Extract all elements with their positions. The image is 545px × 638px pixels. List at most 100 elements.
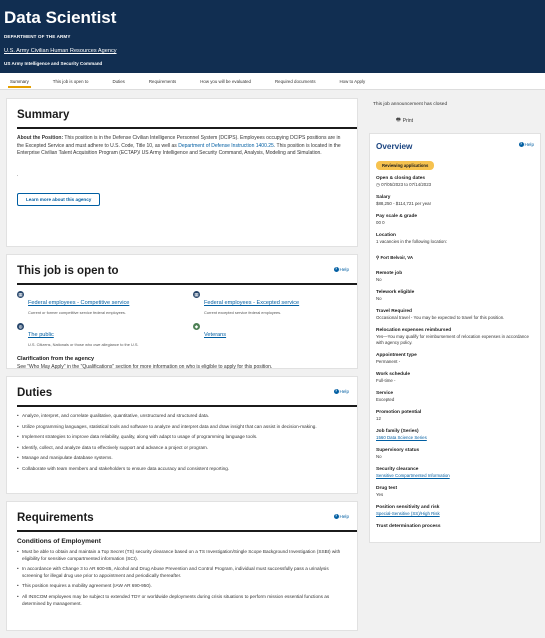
help-label: Help — [339, 389, 349, 394]
hiring-path-link[interactable]: The public — [28, 332, 54, 338]
learn-more-agency-button[interactable]: Learn more about this agency — [17, 193, 101, 206]
overview-heading: Overview — [376, 142, 413, 151]
field-label: Remote job — [376, 271, 403, 276]
help-link[interactable]: ? Help — [518, 142, 534, 147]
field-sensitivity: Position sensitivity and risk Special-Sen… — [376, 505, 534, 517]
field-value: No — [376, 296, 382, 301]
field-promotion: Promotion potential 12 — [376, 410, 534, 422]
field-job-family: Job family (Series) 1560 Data Science Ser… — [376, 429, 534, 441]
hiring-path-link[interactable]: Veterans — [204, 332, 226, 338]
field-value: ⚲ Fort Belvoir, VA — [376, 255, 534, 261]
job-family-link[interactable]: 1560 Data Science Series — [376, 435, 427, 440]
field-appointment: Appointment type Permanent - — [376, 353, 534, 365]
conditions-heading: Conditions of Employment — [17, 538, 101, 545]
summary-heading: Summary — [17, 109, 70, 121]
closed-notice: This job announcement has closed — [373, 102, 448, 107]
requirements-section: ? Help Requirements Conditions of Employm… — [6, 501, 358, 631]
field-label: Security clearance — [376, 467, 419, 472]
hiring-path-desc: Current excepted service federal employe… — [204, 310, 282, 315]
field-label: Relocation expenses reimbursed — [376, 328, 452, 333]
sensitivity-link[interactable]: Special-Sensitive (SS)/High Risk — [376, 511, 440, 516]
help-link[interactable]: ? Help — [333, 267, 349, 272]
field-location: Location 1 vacancies in the following loc… — [376, 233, 534, 245]
dodi-link[interactable]: Department of Defense Instruction 1400.2… — [178, 143, 274, 149]
field-dates: Open & closing dates ◷ 07/05/2023 to 07/1… — [376, 176, 534, 188]
print-button[interactable]: 🖶 Print — [396, 117, 541, 125]
tab-requirements[interactable]: Requirements — [149, 73, 176, 90]
field-travel: Travel Required Occasional travel - You m… — [376, 309, 534, 321]
agency-link[interactable]: U.S. Army Civilian Human Resources Agenc… — [4, 48, 117, 54]
job-title: Data Scientist — [4, 8, 117, 27]
location-text: Fort Belvoir, VA — [380, 255, 414, 260]
section-nav: Summary This job is open to Duties Requi… — [0, 73, 545, 90]
list-item: Identify, collect, and analyze data to e… — [17, 445, 347, 452]
list-item: Utilize programming languages, statistic… — [17, 424, 347, 431]
globe-icon: ◍ — [17, 323, 24, 330]
field-label: Supervisory status — [376, 448, 420, 453]
field-drug-test: Drug test Yes — [376, 486, 534, 498]
clarification-text: See "Who May Apply" in the "Qualificatio… — [17, 364, 273, 370]
hiring-path-link[interactable]: Federal employees - Competitive service — [28, 300, 129, 306]
field-label: Drug test — [376, 486, 398, 491]
field-salary: Salary $88,250 - $114,721 per year — [376, 195, 534, 207]
field-label: Promotion potential — [376, 410, 422, 415]
field-service: Service Excepted — [376, 391, 534, 403]
help-link[interactable]: ? Help — [333, 389, 349, 394]
tab-open-to[interactable]: This job is open to — [53, 73, 89, 90]
field-value-text: 07/05/2023 to 07/14/2023 — [381, 182, 432, 187]
field-value: No — [376, 454, 382, 459]
section-divider — [17, 405, 357, 407]
sidebar: This job announcement has closed 🖶 Print … — [369, 98, 541, 543]
field-value: 1 vacancies in the following location: — [376, 239, 448, 244]
open-to-heading: This job is open to — [17, 265, 119, 277]
summary-extra: . — [17, 171, 19, 178]
field-value: No — [376, 277, 382, 282]
field-label: Job family (Series) — [376, 429, 419, 434]
help-icon: ? — [333, 514, 339, 519]
help-icon: ? — [333, 389, 339, 394]
overview-panel: ? Help Overview Reviewing applications Op… — [369, 133, 541, 543]
hiring-paths: ▦ Federal employees - Competitive servic… — [17, 291, 347, 347]
field-label: Trust determination process — [376, 524, 441, 529]
subagency-name: US Army Intelligence and Security Comman… — [4, 61, 103, 66]
tab-summary[interactable]: Summary — [8, 73, 31, 90]
hiring-path-link[interactable]: Federal employees - Excepted service — [204, 300, 299, 306]
field-value: Sensitive Compartmented Information — [376, 473, 534, 479]
field-label: Telework eligible — [376, 290, 415, 295]
field-label: Work schedule — [376, 372, 411, 377]
duties-heading: Duties — [17, 387, 53, 399]
clearance-link[interactable]: Sensitive Compartmented Information — [376, 473, 450, 478]
field-value: $88,250 - $114,721 per year — [376, 201, 432, 206]
field-value: 12 — [376, 416, 381, 421]
field-value: ◷ 07/05/2023 to 07/14/2023 — [376, 182, 534, 188]
field-value: Yes—You may qualify for reimbursement of… — [376, 334, 529, 345]
tab-how-to-apply[interactable]: How to Apply — [340, 73, 366, 90]
clarification-heading: Clarification from the agency — [17, 356, 95, 362]
section-divider — [17, 530, 357, 532]
tab-evaluation[interactable]: How you will be evaluated — [200, 73, 251, 90]
tab-required-documents[interactable]: Required documents — [275, 73, 316, 90]
open-to-section: ? Help This job is open to ▦ Federal empl… — [6, 254, 358, 370]
tab-duties[interactable]: Duties — [112, 73, 124, 90]
field-value: 00 0 — [376, 220, 385, 225]
field-value: Occasional travel - You may be expected … — [376, 315, 505, 320]
field-label: Location — [376, 233, 396, 238]
field-clearance: Security clearance Sensitive Compartmente… — [376, 467, 534, 479]
help-icon: ? — [333, 267, 339, 272]
field-schedule: Work schedule Full-time - — [376, 372, 534, 384]
help-link[interactable]: ? Help — [333, 514, 349, 519]
field-label: Pay scale & grade — [376, 214, 418, 219]
requirements-heading: Requirements — [17, 512, 94, 524]
status-badge: Reviewing applications — [376, 161, 435, 170]
hiring-path-public: ◍ The public U.S. Citizens, Nationals or … — [17, 323, 193, 347]
field-value: Permanent - — [376, 359, 401, 364]
list-item: Analyze, interpret, and correlate qualit… — [17, 413, 347, 420]
field-remote: Remote job No — [376, 271, 534, 283]
duties-section: ?Help Duties Analyze, interpret, and cor… — [6, 376, 358, 494]
list-item: In accordance with Change 3 to AR 600-85… — [17, 566, 347, 579]
field-value: 1560 Data Science Series — [376, 435, 534, 441]
hiring-path-competitive: ▦ Federal employees - Competitive servic… — [17, 291, 193, 315]
hiring-path-desc: U.S. Citizens, Nationals or those who ow… — [28, 342, 139, 347]
list-item: This position requires a mobility agreem… — [17, 583, 347, 590]
field-label: Appointment type — [376, 353, 417, 358]
